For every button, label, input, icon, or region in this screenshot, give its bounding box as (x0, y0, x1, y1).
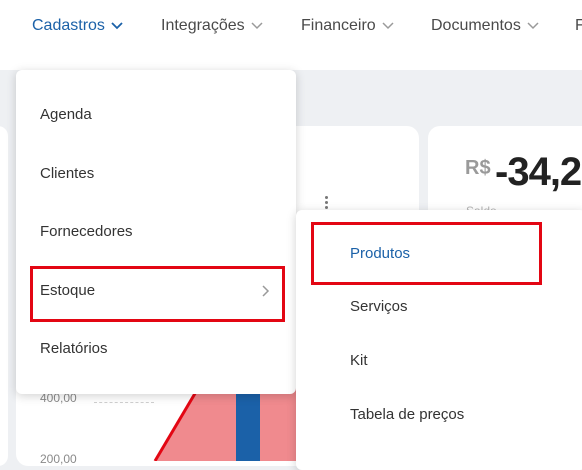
highlight-produtos (311, 222, 542, 285)
nav-label: Integrações (161, 17, 245, 34)
top-navigation: Cadastros Integrações Financeiro Documen… (0, 0, 582, 70)
chevron-down-icon (382, 22, 394, 30)
chevron-down-icon (251, 22, 263, 30)
highlight-estoque (30, 266, 285, 322)
nav-truncated[interactable]: F (575, 17, 582, 35)
nav-label: F (575, 17, 582, 34)
chevron-down-icon (111, 22, 123, 30)
chart-bar-blue (236, 385, 260, 461)
chart-gridline (94, 402, 154, 403)
cadastros-dropdown: Agenda Clientes Fornecedores Estoque Rel… (16, 70, 296, 394)
nav-label: Cadastros (32, 17, 105, 34)
nav-financeiro[interactable]: Financeiro (301, 17, 394, 35)
submenu-item-kit[interactable]: Kit (350, 352, 368, 369)
nav-cadastros[interactable]: Cadastros (32, 17, 123, 35)
menu-item-agenda[interactable]: Agenda (40, 106, 92, 123)
menu-item-fornecedores[interactable]: Fornecedores (40, 223, 133, 240)
menu-item-clientes[interactable]: Clientes (40, 165, 94, 182)
submenu-item-servicos[interactable]: Serviços (350, 298, 408, 315)
nav-integracoes[interactable]: Integrações (161, 17, 263, 35)
submenu-item-tabela-precos[interactable]: Tabela de preços (350, 406, 464, 423)
y-axis-label-200: 200,00 (40, 452, 77, 466)
chevron-down-icon (527, 22, 539, 30)
nav-label: Documentos (431, 17, 521, 34)
nav-label: Financeiro (301, 17, 376, 34)
nav-documentos[interactable]: Documentos (431, 17, 539, 35)
menu-item-relatorios[interactable]: Relatórios (40, 340, 108, 357)
